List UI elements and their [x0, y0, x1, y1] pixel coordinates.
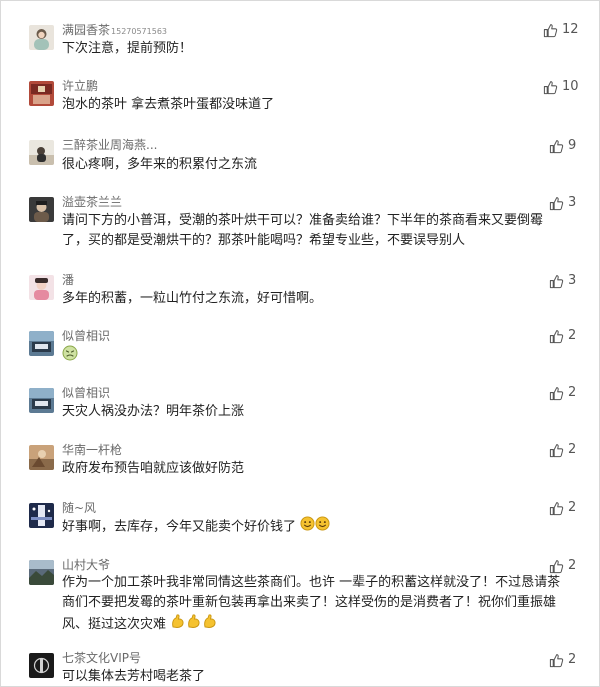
like-count: 3 — [568, 195, 577, 210]
like-button[interactable]: 12 — [543, 22, 579, 38]
avatar[interactable] — [29, 653, 54, 678]
comment-item: 满园香茶15270571563 下次注意，提前预防！ 12 — [1, 1, 599, 69]
comment-text: 天灾人祸没办法？明年茶价上涨 — [62, 404, 245, 419]
like-count: 2 — [568, 385, 577, 400]
comment-text: 泡水的茶叶 拿去煮茶叶蛋都没味道了 — [62, 97, 275, 112]
comment-text-line: 商们不要把发霉的茶叶重新包装再拿出来卖了！这样受伤的是消费者了！祝你们重振雄 — [62, 595, 557, 610]
comment-text-line: 作为一个加工茶叶我非常同情这些茶商们。也许 一辈子的积蓄这样就没了！不过恳请茶 — [62, 575, 561, 590]
comment-list: 满园香茶15270571563 下次注意，提前预防！ 12 许立鹏 泡水的茶叶 … — [0, 0, 600, 687]
thumbs-up-icon — [549, 653, 564, 667]
thumbs-up-icon — [549, 196, 564, 210]
like-button[interactable]: 2 — [549, 558, 576, 574]
commenter-name[interactable]: 许立鹏 — [62, 79, 98, 93]
like-button[interactable]: 2 — [549, 328, 576, 344]
comment-text-line: 了，买的都是受潮烘干的？那茶叶能喝吗？希望专业些，不要误导别人 — [62, 233, 466, 248]
thumbs-up-icon — [549, 443, 564, 457]
like-count: 2 — [568, 558, 577, 573]
comment-item: 似曾相识 天灾人祸没办法？明年茶价上涨 2 — [1, 385, 599, 441]
like-button[interactable]: 3 — [549, 195, 576, 211]
like-button[interactable]: 2 — [549, 385, 576, 401]
commenter-name[interactable]: 满园香茶15270571563 — [62, 23, 167, 39]
sick-face-emoji — [62, 345, 78, 368]
commenter-name[interactable]: 似曾相识 — [62, 329, 110, 343]
avatar[interactable] — [29, 560, 54, 585]
like-button[interactable]: 2 — [549, 442, 576, 458]
comment-item: 华南一杆枪 政府发布预告咱就应该做好防范 2 — [1, 441, 599, 499]
commenter-name[interactable]: 山村大爷 — [62, 558, 110, 572]
commenter-name[interactable]: 潘 — [62, 273, 74, 287]
avatar[interactable] — [29, 445, 54, 470]
like-count: 2 — [568, 500, 577, 515]
commenter-name[interactable]: 华南一杆枪 — [62, 443, 122, 457]
commenter-name[interactable]: 溢壶茶兰兰 — [62, 195, 122, 209]
avatar[interactable] — [29, 197, 54, 222]
strong-arm-emoji — [170, 613, 186, 636]
commenter-phone: 15270571563 — [111, 27, 168, 36]
like-count: 2 — [568, 652, 577, 667]
comment-text: 请问下方的小普洱，受潮的茶叶烘干可以？准备卖给谁？下半年的茶商看来又要倒霉 了，… — [62, 211, 582, 251]
like-count: 3 — [568, 273, 577, 288]
commenter-name[interactable]: 似曾相识 — [62, 386, 110, 400]
thumbs-up-icon — [549, 559, 564, 573]
comment-item: 随~风 好事啊，去库存，今年又能卖个好价钱了 2 — [1, 499, 599, 557]
comment-item: 三醉茶业周海燕... 很心疼啊，多年来的积累付之东流 9 — [1, 125, 599, 189]
thumbs-up-icon — [549, 329, 564, 343]
commenter-name[interactable]: 三醉茶业周海燕... — [62, 138, 157, 152]
comment-text: 作为一个加工茶叶我非常同情这些茶商们。也许 一辈子的积蓄这样就没了！不过恳请茶 … — [62, 573, 582, 636]
commenter-name[interactable]: 七茶文化VIP号 — [62, 651, 141, 665]
commenter-name[interactable]: 随~风 — [62, 501, 96, 515]
avatar[interactable] — [29, 81, 54, 106]
comment-item: 山村大爷 作为一个加工茶叶我非常同情这些茶商们。也许 一辈子的积蓄这样就没了！不… — [1, 557, 599, 649]
comment-item: 似曾相识 2 — [1, 327, 599, 385]
comment-text-line: 请问下方的小普洱，受潮的茶叶烘干可以？准备卖给谁？下半年的茶商看来又要倒霉 — [62, 213, 544, 228]
avatar[interactable] — [29, 140, 54, 165]
thumbs-up-icon — [549, 501, 564, 515]
comment-item: 许立鹏 泡水的茶叶 拿去煮茶叶蛋都没味道了 10 — [1, 69, 599, 125]
smile-emoji — [300, 516, 315, 538]
avatar[interactable] — [29, 388, 54, 413]
avatar[interactable] — [29, 503, 54, 528]
comment-text-line: 风、挺过这次灾难 — [62, 613, 582, 636]
like-button[interactable]: 9 — [549, 138, 576, 154]
comment-text: 下次注意，提前预防！ — [62, 41, 193, 56]
avatar[interactable] — [29, 275, 54, 300]
comment-text: 政府发布预告咱就应该做好防范 — [62, 461, 245, 476]
comment-text: 很心疼啊，多年来的积累付之东流 — [62, 157, 258, 172]
like-button[interactable]: 10 — [543, 79, 579, 95]
comment-item: 七茶文化VIP号 可以集体去芳村喝老茶了 2 — [1, 649, 599, 686]
strong-arm-emoji — [186, 613, 202, 636]
like-count: 9 — [568, 138, 577, 153]
avatar[interactable] — [29, 331, 54, 356]
like-count: 10 — [562, 79, 579, 94]
thumbs-up-icon — [543, 80, 558, 94]
like-button[interactable]: 2 — [549, 500, 576, 516]
comment-text-body: 好事啊，去库存，今年又能卖个好价钱了 — [62, 519, 297, 535]
comment-item: 潘 多年的积蓄，一粒山竹付之东流，好可惜啊。 3 — [1, 269, 599, 327]
like-count: 12 — [562, 22, 579, 37]
like-button[interactable]: 3 — [549, 273, 576, 289]
commenter-name-text: 满园香茶 — [62, 23, 111, 37]
comment-text: 好事啊，去库存，今年又能卖个好价钱了 — [62, 516, 582, 538]
thumbs-up-icon — [543, 23, 558, 37]
like-button[interactable]: 2 — [549, 652, 576, 668]
like-count: 2 — [568, 442, 577, 457]
comment-text: 可以集体去芳村喝老茶了 — [62, 669, 206, 684]
comment-text — [62, 345, 582, 368]
comment-item: 溢壶茶兰兰 请问下方的小普洱，受潮的茶叶烘干可以？准备卖给谁？下半年的茶商看来又… — [1, 189, 599, 269]
comment-text: 多年的积蓄，一粒山竹付之东流，好可惜啊。 — [62, 291, 323, 306]
thumbs-up-icon — [549, 386, 564, 400]
comment-text-body: 风、挺过这次灾难 — [62, 617, 167, 632]
thumbs-up-icon — [549, 139, 564, 153]
strong-arm-emoji — [202, 613, 218, 636]
thumbs-up-icon — [549, 274, 564, 288]
smile-emoji — [315, 516, 330, 538]
like-count: 2 — [568, 328, 577, 343]
avatar[interactable] — [29, 25, 54, 50]
